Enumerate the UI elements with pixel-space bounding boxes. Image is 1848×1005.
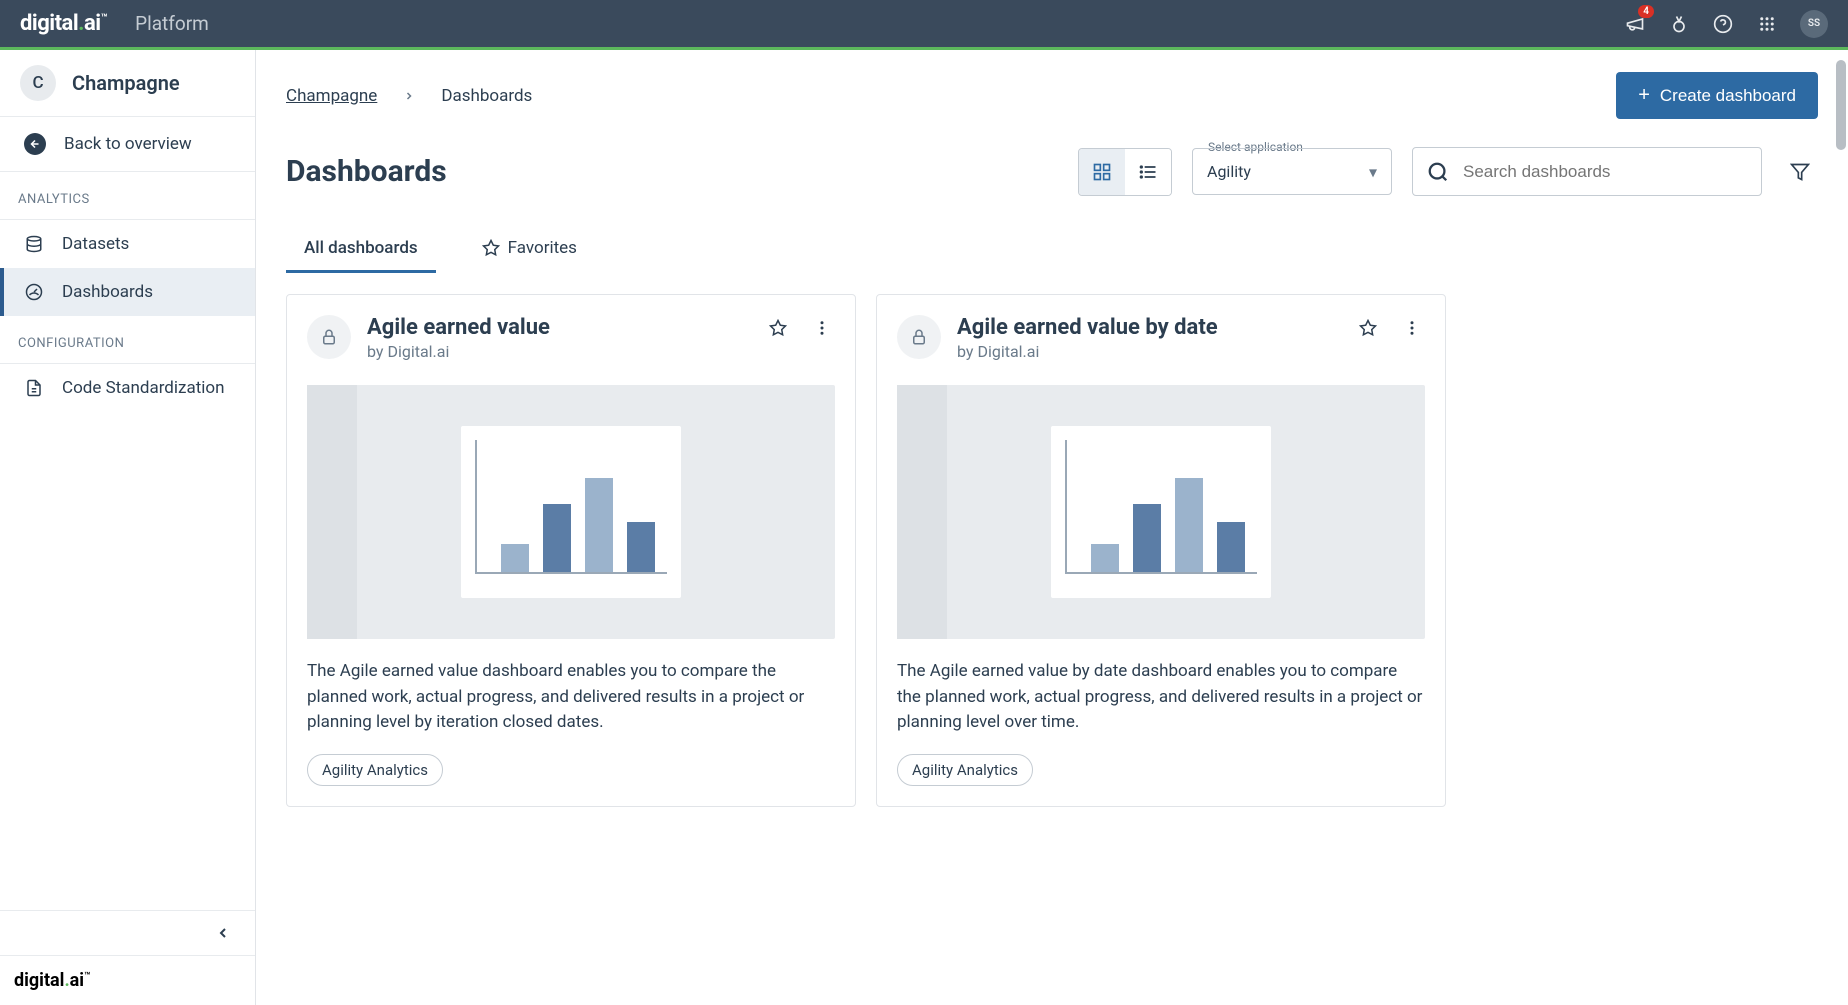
logo: digital.ai™ [20,11,107,36]
achievements-icon[interactable] [1668,13,1690,35]
document-icon [24,378,44,398]
chart-thumbnail [1051,426,1271,598]
search-input[interactable] [1463,162,1747,182]
select-value: Agility [1192,148,1392,195]
chart-thumbnail [461,426,681,598]
more-menu-button[interactable] [809,315,835,341]
chevron-right-icon [403,90,415,102]
scrollbar[interactable] [1836,60,1846,150]
star-icon [769,319,787,337]
card-author: by Digital.ai [367,342,749,361]
breadcrumb: Champagne Dashboards [286,86,532,106]
card-title: Agile earned value [367,315,749,340]
more-vertical-icon [1403,319,1421,337]
star-icon [482,239,500,257]
topbar-icons: 4 SS [1624,10,1828,38]
card-author: by Digital.ai [957,342,1339,361]
tab-all-dashboards[interactable]: All dashboards [286,226,436,273]
announcements-icon[interactable]: 4 [1624,13,1646,35]
sidebar-item-label: Code Standardization [62,378,225,398]
create-button-label: Create dashboard [1660,86,1796,106]
list-view-button[interactable] [1125,149,1171,195]
card-description: The Agile earned value by date dashboard… [897,659,1425,736]
brand: digital.ai™ Platform [20,11,209,36]
chevron-left-icon [215,925,231,941]
back-to-overview[interactable]: Back to overview [0,116,255,172]
org-header[interactable]: C Champagne [0,50,255,116]
org-initial: C [20,65,56,101]
lock-icon [897,315,941,359]
breadcrumb-root[interactable]: Champagne [286,86,377,106]
help-icon[interactable] [1712,13,1734,35]
application-select[interactable]: Select application Agility [1192,148,1392,195]
sidebar-item-label: Dashboards [62,282,153,302]
favorite-button[interactable] [765,315,791,341]
main-content: Champagne Dashboards + Create dashboard … [256,50,1848,1005]
product-name: Platform [135,12,209,35]
tabs: All dashboards Favorites [256,196,1848,274]
sidebar-item-dashboards[interactable]: Dashboards [0,268,255,316]
card-tag[interactable]: Agility Analytics [897,754,1033,786]
org-name: Champagne [72,71,180,95]
gauge-icon [24,282,44,302]
notification-badge: 4 [1638,5,1654,18]
dashboard-card[interactable]: Agile earned value by Digital.ai [286,294,856,807]
sidebar-item-datasets[interactable]: Datasets [0,220,255,268]
user-avatar[interactable]: SS [1800,10,1828,38]
breadcrumb-current: Dashboards [441,86,532,106]
dashboard-card[interactable]: Agile earned value by date by Digital.ai [876,294,1446,807]
star-icon [1359,319,1377,337]
search-box[interactable] [1412,147,1762,196]
sidebar-collapse[interactable] [0,910,255,955]
favorite-button[interactable] [1355,315,1381,341]
apps-grid-icon[interactable] [1756,13,1778,35]
view-toggle [1078,148,1172,196]
sidebar-item-label: Datasets [62,234,129,254]
footer-logo: digital.ai™ [0,955,255,1005]
page-title: Dashboards [286,154,1058,189]
list-icon [1138,162,1158,182]
card-preview [307,385,835,639]
grid-view-button[interactable] [1079,149,1125,195]
card-title: Agile earned value by date [957,315,1339,340]
back-arrow-icon [24,133,46,155]
more-menu-button[interactable] [1399,315,1425,341]
tab-label: Favorites [508,238,577,258]
search-icon [1427,161,1449,183]
dashboard-cards: Agile earned value by Digital.ai [256,274,1848,827]
sidebar-item-code-standardization[interactable]: Code Standardization [0,364,255,412]
tab-label: All dashboards [304,238,418,258]
back-label: Back to overview [64,134,192,154]
filter-button[interactable] [1782,154,1818,190]
database-icon [24,234,44,254]
grid-icon [1092,162,1112,182]
plus-icon: + [1638,84,1650,107]
lock-icon [307,315,351,359]
card-preview [897,385,1425,639]
create-dashboard-button[interactable]: + Create dashboard [1616,72,1818,119]
tab-favorites[interactable]: Favorites [464,226,595,273]
section-configuration: CONFIGURATION [0,316,255,363]
card-description: The Agile earned value dashboard enables… [307,659,835,736]
more-vertical-icon [813,319,831,337]
filter-icon [1790,162,1810,182]
section-analytics: ANALYTICS [0,172,255,219]
card-tag[interactable]: Agility Analytics [307,754,443,786]
sidebar: C Champagne Back to overview ANALYTICS D… [0,50,256,1005]
topbar: digital.ai™ Platform 4 SS [0,0,1848,47]
